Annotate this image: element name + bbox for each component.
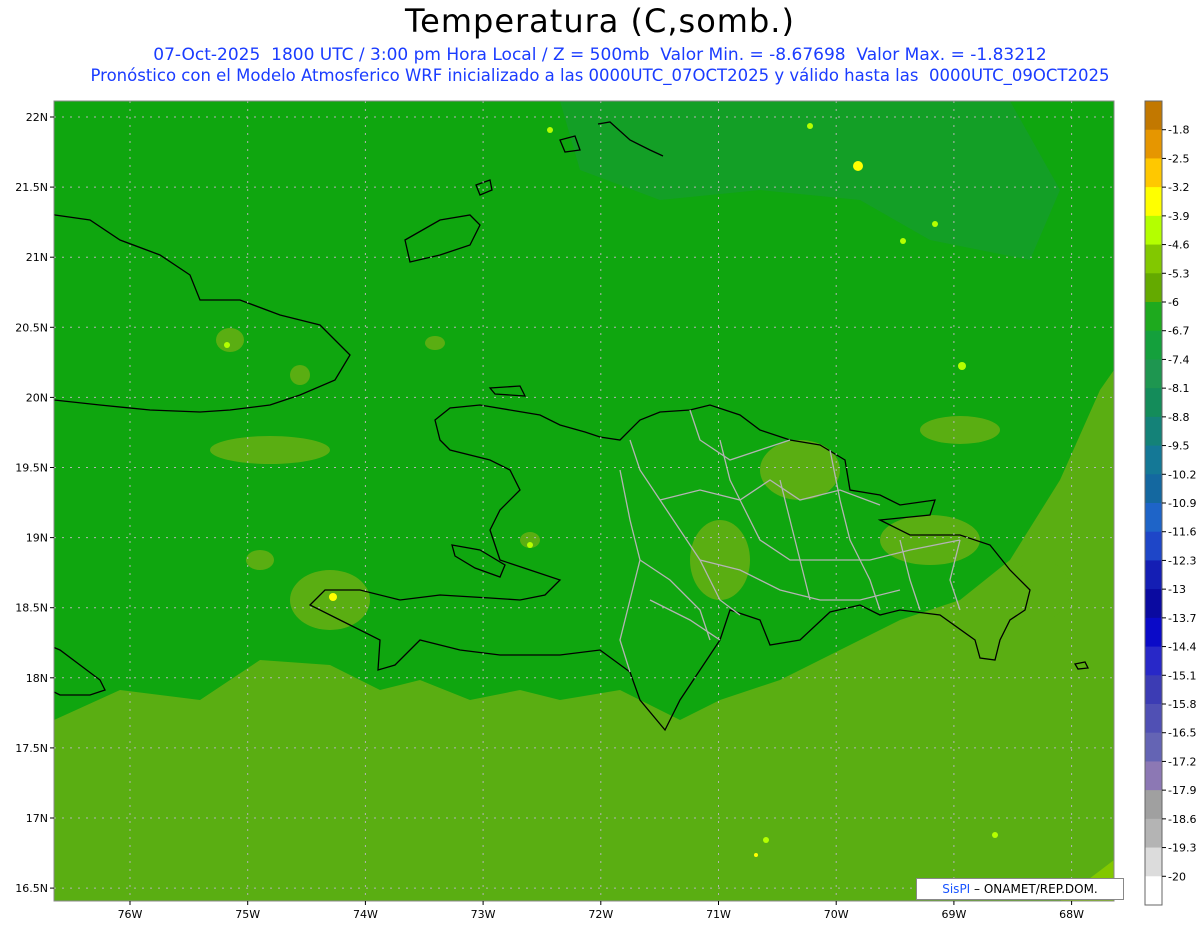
- colorbar-swatch: [1145, 646, 1162, 676]
- colorbar-swatch: [1145, 790, 1162, 820]
- colorbar-label: -3.9: [1168, 210, 1189, 223]
- colorbar-label: -15.1: [1168, 669, 1196, 682]
- colorbar-label: -19.3: [1168, 842, 1196, 855]
- lon-tick-label: 76W: [118, 908, 143, 921]
- colorbar-swatch: [1145, 416, 1162, 447]
- lon-tick-label: 69W: [941, 908, 966, 921]
- colorbar-label: -13.7: [1168, 612, 1196, 625]
- colorbar-label: -20: [1168, 870, 1186, 883]
- colorbar-label: -6.7: [1168, 325, 1189, 338]
- colorbar-swatch: [1145, 503, 1162, 533]
- lon-tick-label: 75W: [235, 908, 260, 921]
- colorbar-label: -17.2: [1168, 755, 1196, 768]
- colorbar-swatch: [1145, 704, 1162, 734]
- lat-tick-label: 17.5N: [15, 742, 48, 755]
- lon-axis: 76W 75W 74W 73W 72W 71W 70W 69W 68W: [118, 901, 1084, 921]
- colorbar-label: -8.8: [1168, 411, 1189, 424]
- time-utc: 1800 UTC: [271, 45, 354, 65]
- colorbar: -1.8 -2.5 -3.2 -3.9 -4.6 -5.3 -6 -6.7 -7.4 -8.1 -8…: [1144, 100, 1196, 906]
- lon-tick-label: 71W: [706, 908, 731, 921]
- lon-tick-label: 74W: [353, 908, 378, 921]
- credit-text: – ONAMET/REP.DOM.: [970, 882, 1098, 896]
- colorbar-label: -15.8: [1168, 698, 1196, 711]
- lon-tick-label: 73W: [471, 908, 496, 921]
- colorbar-label: -14.4: [1168, 641, 1196, 654]
- colorbar-swatch: [1145, 101, 1162, 131]
- colorbar-swatch: [1145, 876, 1162, 906]
- min-value: Valor Min. = -8.67698: [660, 45, 846, 65]
- colorbar-label: -18.6: [1168, 813, 1196, 826]
- colorbar-swatch: [1145, 187, 1162, 217]
- colorbar-swatch: [1145, 330, 1162, 360]
- colorbar-swatch: [1145, 531, 1162, 561]
- forecast-time-line: 07-Oct-2025 1800 UTC / 3:00 pm Hora Loca…: [153, 45, 1047, 65]
- colorbar-label: -2.5: [1168, 152, 1189, 165]
- chart-title: Temperatura (C,somb.): [405, 2, 795, 40]
- colorbar-swatch: [1145, 215, 1162, 246]
- lat-tick-label: 22N: [26, 111, 48, 124]
- colorbar-label: -12.3: [1168, 554, 1196, 567]
- colorbar-label: -10.2: [1168, 468, 1196, 481]
- brand-logo: SisPI: [942, 882, 971, 896]
- local-time: 3:00 pm Hora Local: [370, 45, 537, 65]
- lat-tick-label: 20N: [26, 391, 48, 404]
- lat-tick-label: 18N: [26, 672, 48, 685]
- colorbar-label: -10.9: [1168, 497, 1196, 510]
- colorbar-swatch: [1145, 158, 1162, 188]
- colorbar-swatch: [1145, 847, 1162, 877]
- colorbar-swatch: [1145, 761, 1162, 791]
- lon-tick-label: 68W: [1059, 908, 1084, 921]
- colorbar-label: -5.3: [1168, 267, 1189, 280]
- colorbar-label: -4.6: [1168, 239, 1189, 252]
- lat-tick-label: 17N: [26, 812, 48, 825]
- forecast-map: 22N 21.5N 21N 20.5N 20N 19.5N 19N 18.5N 18N 17.5N…: [15, 100, 1196, 921]
- forecast-description: Pronóstico con el Modelo Atmosferico WRF…: [90, 66, 1110, 85]
- lat-tick-label: 20.5N: [15, 321, 48, 334]
- colorbar-label: -9.5: [1168, 440, 1189, 453]
- max-value: Valor Max. = -1.83212: [856, 45, 1047, 65]
- colorbar-swatch: [1145, 273, 1162, 303]
- colorbar-swatch: [1145, 302, 1162, 332]
- credit-box: SisPI – ONAMET/REP.DOM.: [916, 878, 1124, 900]
- colorbar-label: -13: [1168, 583, 1186, 596]
- colorbar-swatch: [1145, 560, 1162, 590]
- colorbar-label: -17.9: [1168, 784, 1196, 797]
- colorbar-swatch: [1145, 129, 1162, 159]
- colorbar-label: -6: [1168, 296, 1179, 309]
- lat-tick-label: 16.5N: [15, 882, 48, 895]
- colorbar-swatch: [1145, 474, 1162, 504]
- temperature-field: [54, 101, 1114, 901]
- lon-tick-label: 70W: [824, 908, 849, 921]
- colorbar-swatch: [1145, 732, 1162, 762]
- colorbar-swatch: [1145, 445, 1162, 475]
- colorbar-swatch: [1145, 244, 1162, 274]
- lat-tick-label: 21N: [26, 251, 48, 264]
- colorbar-label: -3.2: [1168, 181, 1189, 194]
- colorbar-swatch: [1145, 388, 1162, 418]
- colorbar-label: -8.1: [1168, 382, 1189, 395]
- lat-axis: 22N 21.5N 21N 20.5N 20N 19.5N 19N 18.5N 18N 17.5N…: [15, 111, 54, 895]
- colorbar-swatch: [1145, 359, 1162, 389]
- lat-tick-label: 19N: [26, 532, 48, 545]
- colorbar-swatch: [1145, 589, 1162, 619]
- date: 07-Oct-2025: [153, 45, 261, 65]
- colorbar-label: -1.8: [1168, 124, 1189, 137]
- colorbar-label: -7.4: [1168, 353, 1189, 366]
- colorbar-swatch: [1145, 818, 1162, 849]
- lon-tick-label: 72W: [588, 908, 613, 921]
- lat-tick-label: 21.5N: [15, 181, 48, 194]
- colorbar-swatch: [1145, 675, 1162, 705]
- pressure-level: Z = 500mb: [552, 45, 650, 65]
- lat-tick-label: 19.5N: [15, 462, 48, 475]
- lat-tick-label: 18.5N: [15, 602, 48, 615]
- colorbar-swatch: [1145, 617, 1162, 648]
- colorbar-label: -11.6: [1168, 526, 1196, 539]
- colorbar-label: -16.5: [1168, 727, 1196, 740]
